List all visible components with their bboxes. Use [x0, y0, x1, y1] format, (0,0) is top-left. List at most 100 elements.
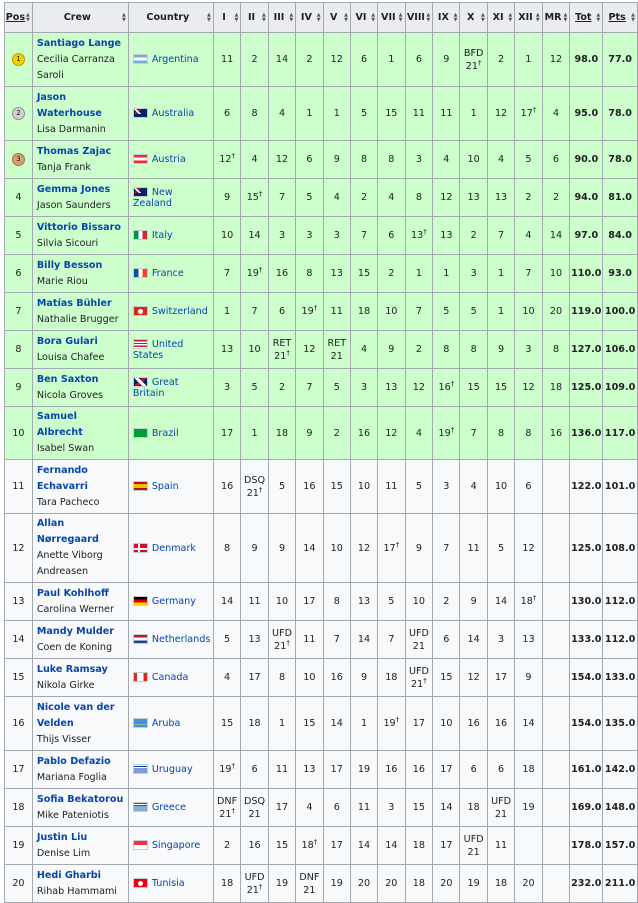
race-score-cell: 5 — [377, 582, 406, 621]
skipper-link[interactable]: Matías Bühler — [37, 296, 124, 312]
canada-flag-icon — [132, 672, 148, 682]
header-race-iv[interactable]: IV ▲ ▼ — [295, 2, 324, 33]
sort-arrows-icon[interactable]: ▲ ▼ — [631, 12, 635, 23]
sort-arrows-icon[interactable]: ▲ ▼ — [26, 12, 30, 23]
header-tot[interactable]: Tot ▲ ▼ — [569, 2, 604, 33]
sort-arrows-icon[interactable]: ▲ ▼ — [344, 12, 348, 23]
header-race-xi[interactable]: XI ▲ ▼ — [486, 2, 516, 33]
header-race-i[interactable]: I ▲ ▼ — [212, 2, 242, 33]
crew-cell: Paul Kohlhoff Carolina Werner — [31, 582, 129, 621]
race-score-cell: 14 — [377, 826, 406, 865]
country-link[interactable]: Netherlands — [152, 634, 210, 645]
header-race-iii[interactable]: III ▲ ▼ — [267, 2, 297, 33]
brazil-flag-icon — [132, 427, 148, 438]
country-link[interactable]: Brazil — [152, 428, 179, 439]
header-race-xii[interactable]: XII ▲ ▼ — [514, 2, 543, 33]
country-cell: Netherlands — [127, 620, 214, 659]
pos-value: 11 — [12, 481, 25, 492]
country-link[interactable]: Aruba — [152, 718, 181, 729]
country-link[interactable]: France — [152, 268, 184, 279]
country-link[interactable]: Argentina — [152, 54, 199, 65]
score-value: 18 — [412, 878, 426, 889]
country-link[interactable]: Switzerland — [152, 306, 208, 317]
header-race-x[interactable]: X ▲ ▼ — [459, 2, 488, 33]
header-race-ii[interactable]: II ▲ ▼ — [240, 2, 269, 33]
skipper-link[interactable]: Bora Gulari — [37, 334, 124, 350]
discard-dagger: † — [258, 882, 263, 891]
header-race-ix[interactable]: IX ▲ ▼ — [432, 2, 461, 33]
race-score-cell: 3 — [404, 140, 434, 179]
sort-arrows-icon[interactable]: ▲ ▼ — [454, 12, 458, 23]
score-value: 1 — [443, 268, 450, 279]
header-race-viii[interactable]: VIII ▲ ▼ — [404, 2, 434, 33]
race-score-cell: 8 — [377, 140, 406, 179]
country-link[interactable]: Australia — [152, 108, 194, 119]
country-link[interactable]: Austria — [152, 154, 186, 165]
skipper-link[interactable]: Luke Ramsay — [37, 662, 124, 678]
sort-arrows-icon[interactable]: ▲ ▼ — [481, 12, 485, 23]
skipper-link[interactable]: Allan Nørregaard — [37, 516, 124, 548]
skipper-link[interactable]: Gemma Jones — [37, 182, 124, 198]
race-score-cell: 16 — [212, 459, 242, 514]
header-race-vi[interactable]: VI ▲ ▼ — [349, 2, 379, 33]
score-value: 12 — [522, 382, 535, 393]
country-link[interactable]: Greece — [152, 802, 186, 813]
sort-arrows-icon[interactable]: ▲ ▼ — [508, 12, 512, 23]
country-link[interactable]: Canada — [152, 672, 189, 683]
skipper-link[interactable]: Justin Liu — [37, 830, 124, 846]
country-link[interactable]: Uruguay — [152, 764, 193, 775]
skipper-link[interactable]: Ben Saxton — [37, 372, 124, 388]
skipper-link[interactable]: Paul Kohlhoff — [37, 586, 124, 602]
race-score-cell: 10 — [459, 140, 488, 179]
points-cell: 101.0 — [602, 459, 638, 514]
header-race-vii[interactable]: VII ▲ ▼ — [377, 2, 406, 33]
sort-arrows-icon[interactable]: ▲ ▼ — [564, 12, 568, 23]
sort-arrows-icon[interactable]: ▲ ▼ — [426, 12, 430, 23]
sort-arrows-icon[interactable]: ▲ ▼ — [234, 12, 238, 23]
skipper-link[interactable]: Nicole van der Velden — [37, 700, 124, 732]
skipper-link[interactable]: Thomas Zajac — [37, 144, 124, 160]
race-score-cell: 13 — [322, 254, 351, 293]
skipper-link[interactable]: Jason Waterhouse — [37, 90, 124, 122]
skipper-link[interactable]: Billy Besson — [37, 258, 124, 274]
score-value: 6 — [470, 764, 477, 775]
header-race-mr[interactable]: MR ▲ ▼ — [541, 2, 571, 33]
discard-dagger: † — [258, 189, 263, 198]
country-link[interactable]: Spain — [152, 481, 179, 492]
country-link[interactable]: Tunisia — [152, 878, 185, 889]
country-link[interactable]: Italy — [152, 230, 173, 241]
score-value: 7 — [251, 306, 258, 317]
score-value: 14 — [385, 840, 398, 851]
header-race-v[interactable]: V ▲ ▼ — [322, 2, 351, 33]
skipper-link[interactable]: Santiago Lange — [37, 36, 124, 52]
sort-arrows-icon[interactable]: ▲ ▼ — [207, 12, 211, 23]
skipper-link[interactable]: Samuel Albrecht — [37, 409, 124, 441]
skipper-link[interactable]: Sofia Bekatorou — [37, 792, 124, 808]
skipper-link[interactable]: Pablo Defazio — [37, 754, 124, 770]
race-score-cell: 13 — [377, 368, 406, 407]
header-pos[interactable]: Pos ▲ ▼ — [4, 2, 33, 33]
skipper-link[interactable]: Fernando Echavarri — [37, 463, 124, 495]
sort-arrows-icon[interactable]: ▲ ▼ — [536, 12, 540, 23]
score-value: 11 — [275, 764, 289, 775]
race-score-cell: 15† — [240, 178, 269, 217]
skipper-link[interactable]: Vittorio Bissaro — [37, 220, 124, 236]
country-link[interactable]: Denmark — [152, 543, 196, 554]
skipper-link[interactable]: Mandy Mulder — [37, 624, 124, 640]
header-pts[interactable]: Pts ▲ ▼ — [602, 2, 638, 33]
header-crew[interactable]: Crew ▲ ▼ — [31, 2, 129, 33]
country-cell: United States — [127, 330, 214, 369]
score-value: 3 — [388, 802, 395, 813]
sort-arrows-icon[interactable]: ▲ ▼ — [122, 12, 126, 23]
country-link[interactable]: Germany — [152, 596, 196, 607]
sort-arrows-icon[interactable]: ▲ ▼ — [289, 12, 293, 23]
sort-arrows-icon[interactable]: ▲ ▼ — [371, 12, 375, 23]
sort-arrows-icon[interactable]: ▲ ▼ — [399, 12, 403, 23]
sort-arrows-icon[interactable]: ▲ ▼ — [262, 12, 266, 23]
sort-arrows-icon[interactable]: ▲ ▼ — [317, 12, 321, 23]
country-link[interactable]: Singapore — [152, 840, 200, 851]
race-score-cell: 1 — [486, 292, 516, 331]
header-country[interactable]: Country ▲ ▼ — [127, 2, 214, 33]
score-value: 19 — [219, 764, 232, 775]
sort-arrows-icon[interactable]: ▲ ▼ — [596, 12, 600, 23]
